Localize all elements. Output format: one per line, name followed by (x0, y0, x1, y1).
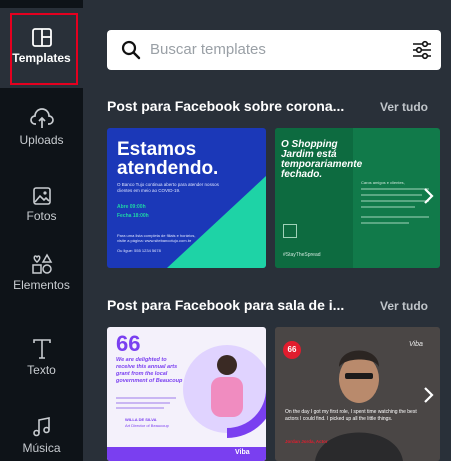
image-icon (32, 186, 52, 206)
sidebar: Templates Uploads Fotos Elementos Texto … (0, 0, 83, 461)
sidebar-item-uploads[interactable]: Uploads (0, 100, 83, 160)
template-thumbnail[interactable]: Estamos atendendo. O Banco Tujo continua… (107, 128, 266, 268)
sidebar-item-label: Elementos (13, 278, 70, 292)
quote-mark: 66 (116, 331, 141, 356)
search-bar[interactable]: Buscar templates (107, 30, 441, 70)
shapes-icon (31, 253, 53, 275)
card-brand: Viba (409, 341, 423, 348)
card-body: O Banco Tujo continua aberto para atende… (117, 182, 219, 193)
card-phone: Ou ligue: 555 1234 5678 (117, 248, 161, 253)
card-quote: On the day I got my first role, I spent … (285, 409, 417, 422)
sidebar-item-label: Texto (27, 363, 56, 377)
sidebar-item-elementos[interactable]: Elementos (0, 245, 83, 305)
quote-badge: 66 (283, 341, 301, 359)
template-thumbnail[interactable]: O Shopping Jardim está temporariamente f… (275, 128, 440, 268)
sidebar-item-musica[interactable]: Música (0, 408, 83, 461)
filter-icon[interactable] (411, 40, 433, 65)
next-arrow-icon[interactable] (418, 383, 438, 407)
card-author: WILLA DE SILVA (125, 417, 157, 422)
music-icon (32, 416, 52, 438)
card-footer: Para uma lista completa de filiais e hor… (117, 233, 196, 243)
card-hours-open: Abre 09:00h (117, 204, 146, 210)
see-all-link[interactable]: Ver tudo (380, 299, 428, 313)
sidebar-item-label: Templates (12, 51, 71, 65)
sidebar-item-fotos[interactable]: Fotos (0, 180, 83, 240)
section-title: Post para Facebook sobre corona... (107, 98, 345, 114)
card-body-lines (116, 397, 176, 409)
search-icon (121, 40, 141, 65)
sidebar-item-label: Uploads (19, 133, 64, 147)
sidebar-item-texto[interactable]: Texto (0, 330, 83, 390)
card-headline: Estamos atendendo. (117, 139, 219, 179)
card-hours-close: Fecha 18:00h (117, 213, 149, 219)
card-author: Jordan Jorda, Actor (285, 439, 328, 444)
template-thumbnail[interactable]: 66 Viba On the day I got my first role, … (275, 327, 440, 461)
card-headline: We are delighted to receive this annual … (116, 357, 183, 384)
templates-icon (31, 28, 53, 48)
sidebar-item-label: Música (22, 441, 61, 455)
card-headline: O Shopping Jardim está temporariamente f… (281, 139, 363, 180)
see-all-link[interactable]: Ver tudo (380, 100, 428, 114)
card-side-text: Caros amigos e clientes, (361, 180, 405, 185)
card-brand: Viba (235, 449, 250, 456)
card-hashtag: #StayTheSpread (283, 252, 321, 258)
section-title: Post para Facebook para sala de i... (107, 297, 345, 313)
card-role: Art Director of Beaucoup (125, 423, 169, 428)
next-arrow-icon[interactable] (418, 184, 438, 208)
search-input[interactable]: Buscar templates (150, 41, 266, 58)
upload-cloud-icon (29, 108, 54, 130)
sidebar-item-label: Fotos (26, 209, 57, 223)
flower-icon (283, 224, 297, 238)
sidebar-item-templates[interactable]: Templates (0, 8, 83, 88)
template-thumbnail[interactable]: 66 We are delighted to receive this annu… (107, 327, 266, 461)
text-icon (32, 338, 52, 360)
